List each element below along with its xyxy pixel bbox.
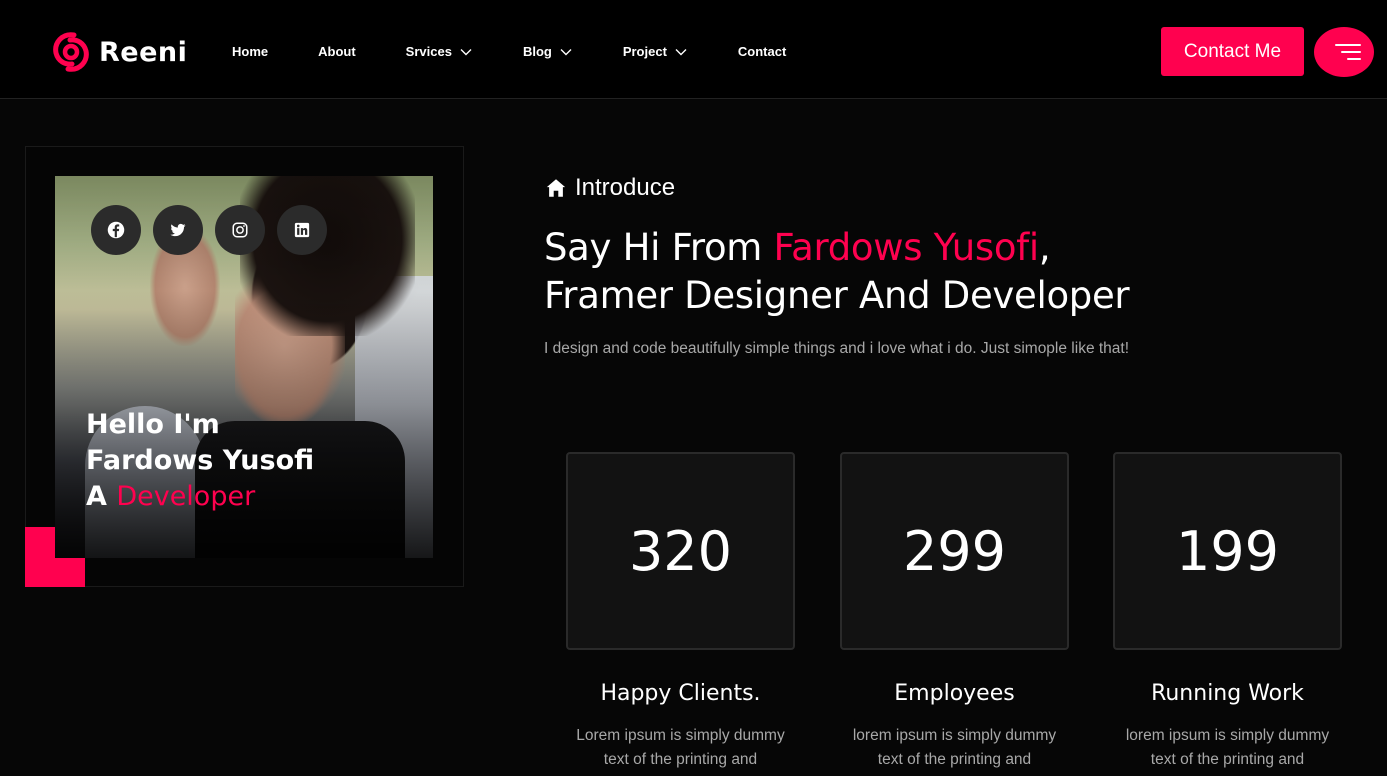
menu-line: [1347, 58, 1361, 60]
reeni-logo-icon: [53, 32, 89, 72]
hamburger-menu-icon[interactable]: [1314, 27, 1374, 77]
nav-item-project[interactable]: Project: [623, 44, 687, 59]
stat-title: Running Work: [1151, 681, 1304, 706]
hero-headline: Say Hi From Fardows Yusofi, Framer Desig…: [544, 224, 1130, 320]
menu-line: [1341, 51, 1361, 53]
nav-item-label: Srvices: [405, 44, 452, 59]
main-nav: Home About Srvices Blog Project Contact: [232, 44, 786, 59]
brand-name: Reeni: [99, 36, 188, 68]
twitter-link[interactable]: [153, 205, 203, 255]
profile-greeting: Hello I'm Fardows Yusofi A Developer: [86, 407, 314, 515]
linkedin-link[interactable]: [277, 205, 327, 255]
facebook-link[interactable]: [91, 205, 141, 255]
nav-item-label: Blog: [522, 44, 552, 59]
stat-card-employees: 299: [840, 452, 1069, 650]
nav-item-services[interactable]: Srvices: [406, 44, 472, 59]
stat-value: 320: [628, 519, 733, 583]
facebook-icon: [107, 221, 125, 239]
greeting-line: Hello I'm: [86, 409, 220, 440]
twitter-icon: [170, 223, 186, 237]
linkedin-icon: [294, 222, 310, 238]
greeting-name: Fardows Yusofi: [86, 445, 315, 476]
nav-item-label: About: [318, 44, 356, 59]
headline-prefix: Say Hi From: [544, 226, 774, 269]
headline-role: Framer Designer And Developer: [544, 274, 1130, 317]
stat-value: 299: [902, 519, 1007, 583]
stat-title: Happy Clients.: [600, 681, 761, 706]
greeting-role-line: A Developer: [86, 479, 314, 515]
chevron-down-icon: [675, 48, 687, 55]
home-icon: [546, 179, 566, 197]
stat-description-line: text of the printing and: [1150, 751, 1305, 768]
greeting-role: Developer: [116, 481, 256, 512]
headline-comma: ,: [1038, 226, 1051, 269]
menu-line: [1335, 44, 1361, 46]
chevron-down-icon: [460, 48, 472, 55]
nav-item-label: Contact: [737, 44, 787, 59]
stat-title: Employees: [894, 681, 1015, 706]
card-corner-accent: [25, 557, 85, 587]
stat-description: Lorem ipsum is simply dummy text of the …: [566, 724, 795, 772]
section-label: Introduce: [545, 174, 675, 202]
section-label-text: Introduce: [575, 174, 676, 201]
chevron-down-icon: [560, 48, 572, 55]
stat-card-happy-clients: 320: [566, 452, 795, 650]
stat-card-running-work: 199: [1113, 452, 1342, 650]
hero-description: I design and code beautifully simple thi…: [544, 340, 1130, 357]
stat-description-line: lorem ipsum is simply dummy: [1125, 727, 1330, 744]
headline-name: Fardows Yusofi: [773, 226, 1040, 269]
stat-value: 199: [1175, 519, 1280, 583]
stat-description-line: Lorem ipsum is simply dummy: [576, 727, 785, 744]
instagram-link[interactable]: [215, 205, 265, 255]
brand-logo[interactable]: Reeni: [52, 31, 187, 73]
instagram-icon: [232, 222, 248, 238]
contact-me-button[interactable]: Contact Me: [1161, 27, 1304, 76]
site-header: Reeni Home About Srvices Blog Project Co…: [0, 0, 1387, 99]
stat-description: lorem ipsum is simply dummy text of the …: [1113, 724, 1342, 772]
nav-item-label: Home: [232, 44, 269, 59]
greeting-prefix: A: [86, 481, 107, 512]
nav-item-blog[interactable]: Blog: [523, 44, 572, 59]
stat-description-line: lorem ipsum is simply dummy: [852, 727, 1057, 744]
nav-item-about[interactable]: About: [318, 44, 356, 59]
nav-item-home[interactable]: Home: [232, 44, 268, 59]
nav-item-contact[interactable]: Contact: [738, 44, 786, 59]
nav-item-label: Project: [622, 44, 667, 59]
stat-description-line: text of the printing and: [603, 751, 758, 768]
stat-description: lorem ipsum is simply dummy text of the …: [840, 724, 1069, 772]
stat-description-line: text of the printing and: [877, 751, 1032, 768]
